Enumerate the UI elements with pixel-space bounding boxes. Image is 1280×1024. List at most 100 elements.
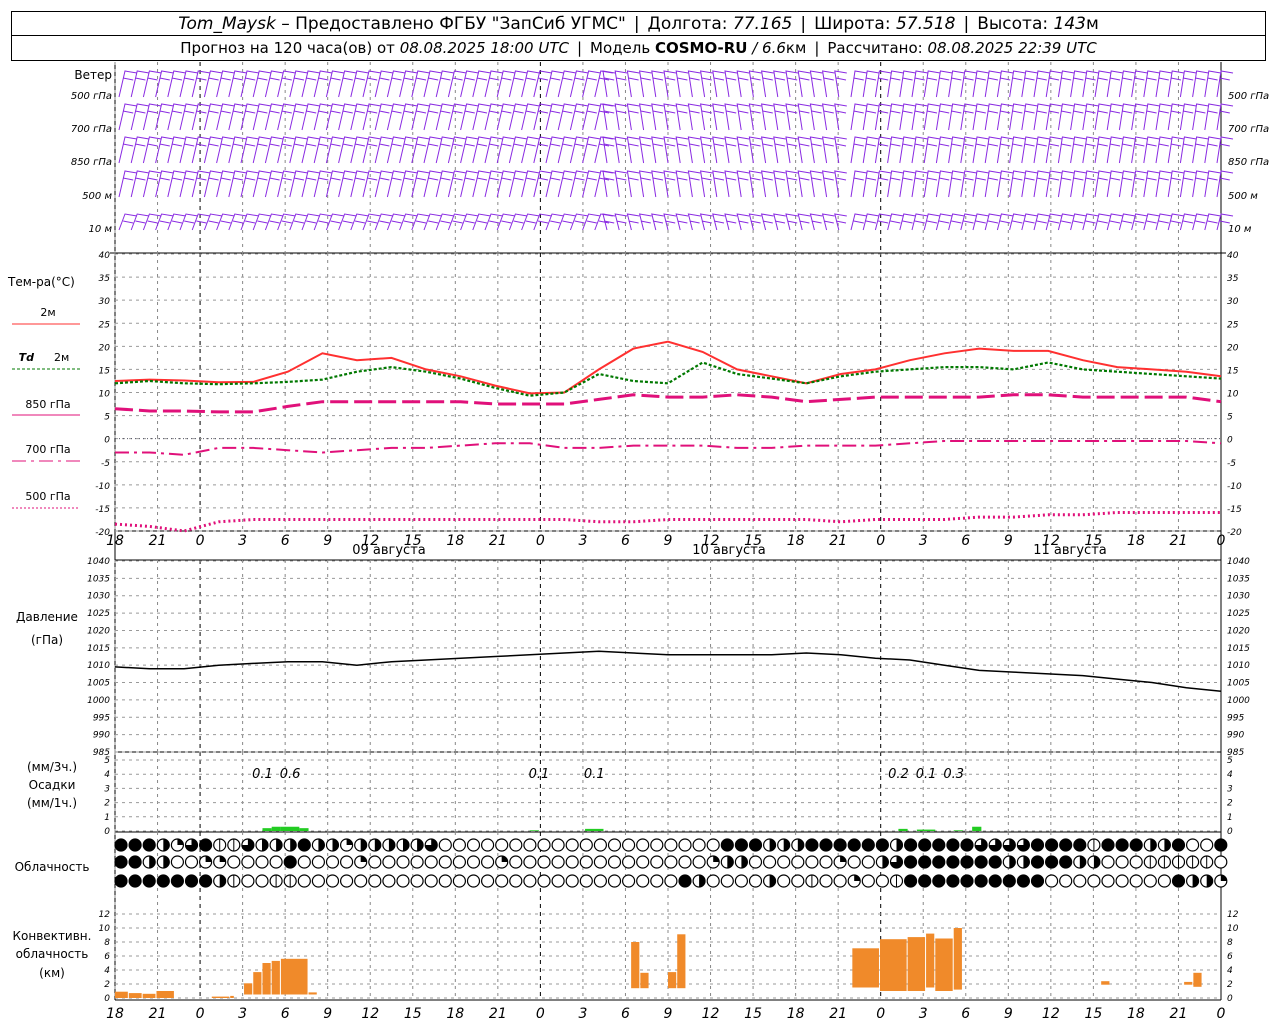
legend-700: 700 гПа xyxy=(25,443,70,456)
wind-barb xyxy=(1106,136,1124,164)
cloud-cover-symbol xyxy=(1002,855,1016,869)
wind-barb xyxy=(1045,103,1063,131)
wind-barb xyxy=(972,170,990,198)
convective-bar xyxy=(244,983,253,995)
cloud-cover-symbol xyxy=(720,838,734,852)
cloud-cover-symbol xyxy=(396,838,410,852)
temp-ytick: 0 xyxy=(104,436,110,446)
wind-barb xyxy=(1179,136,1197,164)
wind-barb xyxy=(639,136,652,164)
cloud-cover-symbol xyxy=(551,855,565,869)
cloud-cover-symbol xyxy=(1073,855,1087,869)
convective-bar xyxy=(879,939,907,991)
wind-barb xyxy=(960,213,977,231)
cloud-cover-symbol xyxy=(114,855,128,869)
wind-barb xyxy=(639,70,652,98)
pres-ytick-right: 1020 xyxy=(1227,626,1250,636)
cloud-cover-symbol xyxy=(1185,855,1200,869)
cloud-cover-symbol xyxy=(1214,838,1228,852)
time-tick-label: 18 xyxy=(1127,533,1145,549)
wind-barb xyxy=(911,170,929,198)
wind-barb xyxy=(984,70,1002,98)
cloud-cover-symbol xyxy=(184,838,199,852)
cloud-cover-symbol xyxy=(861,874,875,888)
cloud-cover-symbol xyxy=(748,855,763,869)
cloud-cover-symbol xyxy=(988,838,1002,852)
cloud-cover-symbol xyxy=(1087,855,1101,869)
cloud-cover-symbol xyxy=(678,874,692,888)
convective-bar xyxy=(1101,981,1110,985)
wind-barb xyxy=(809,70,823,98)
cloud-cover-symbol xyxy=(368,874,382,888)
cloud-cover-symbol xyxy=(311,838,325,852)
cloud-cover-symbol xyxy=(621,855,636,869)
time-tick-label: 18 xyxy=(446,1006,464,1022)
wind-barb xyxy=(712,70,725,98)
wind-barb xyxy=(1131,70,1148,98)
wind-barb xyxy=(862,213,880,231)
cloud-cover-symbol xyxy=(354,874,368,888)
wind-barb xyxy=(862,103,880,131)
cloud-cover-symbol xyxy=(819,838,833,852)
wind-barb xyxy=(773,70,786,98)
cloud-cover-symbol xyxy=(664,838,678,852)
wind-barb xyxy=(651,170,664,198)
temp-ytick-right: -10 xyxy=(1227,482,1242,492)
cloud-cover-symbol xyxy=(1044,855,1059,869)
wind-barb xyxy=(1131,103,1148,131)
convective-bar xyxy=(308,992,317,995)
convective-bar xyxy=(156,991,174,998)
cloud-cover-symbol xyxy=(777,874,791,888)
cloud-cover-symbol xyxy=(960,838,974,852)
wind-barb xyxy=(948,170,965,198)
precip-ytick-right: 5 xyxy=(1227,756,1233,766)
pres-ytick-right: 1000 xyxy=(1227,696,1250,706)
cloud-cover-symbol xyxy=(1030,838,1045,852)
precip-bar xyxy=(916,829,936,831)
temp-ytick: -5 xyxy=(101,459,110,469)
cloud-cover-symbol xyxy=(1185,874,1200,888)
wind-barb xyxy=(736,170,750,198)
wind-barb xyxy=(850,213,868,231)
cloud-cover-symbol xyxy=(1087,874,1101,888)
wind-barb xyxy=(1131,170,1148,198)
temp-ytick-right: 5 xyxy=(1227,413,1233,423)
pres-ytick-right: 1035 xyxy=(1227,574,1250,584)
cloud-cover-symbol xyxy=(791,855,805,869)
cloud-cover-symbol xyxy=(170,874,184,888)
time-tick-label: 15 xyxy=(744,1006,762,1022)
cloud-cover-symbol xyxy=(791,874,805,888)
wind-barb xyxy=(1045,70,1063,98)
cloud-cover-symbol xyxy=(678,855,692,869)
cloud-cover-symbol xyxy=(1200,874,1214,888)
wind-barb xyxy=(773,170,786,198)
cloud-cover-symbol xyxy=(199,838,213,852)
wind-barb xyxy=(1204,136,1221,164)
wind-barb xyxy=(724,136,738,164)
wind-barb xyxy=(797,136,811,164)
cloud-cover-symbol xyxy=(1143,874,1157,888)
cloud-cover-symbol xyxy=(199,874,213,888)
cloud-cover-symbol xyxy=(734,874,749,888)
wind-barb xyxy=(1009,70,1026,98)
wind-barb xyxy=(984,103,1002,131)
cloud-cover-symbol xyxy=(1129,874,1143,888)
cloud-cover-symbol xyxy=(819,874,833,888)
time-tick-label: 6 xyxy=(621,1006,630,1022)
cloud-cover-symbol xyxy=(706,874,720,888)
wind-barb xyxy=(960,103,977,131)
cloud-cover-symbol xyxy=(142,855,156,869)
cloud-cover-symbol xyxy=(424,874,438,888)
wind-barb xyxy=(1094,136,1112,164)
cloud-cover-symbol xyxy=(466,874,481,888)
cloud-cover-symbol xyxy=(114,838,128,852)
precip-amount-label: 0.3 xyxy=(943,767,964,782)
cloud-cover-symbol xyxy=(1016,855,1031,869)
cloud-cover-symbol xyxy=(805,874,819,888)
cloud-cover-symbol xyxy=(593,838,608,852)
wind-barb xyxy=(1033,70,1051,98)
cloud-cover-symbol xyxy=(340,874,354,888)
cloud-cover-symbol xyxy=(241,838,255,852)
cloud-cover-symbol xyxy=(128,838,142,852)
conv-ytick-right: 6 xyxy=(1227,952,1233,962)
